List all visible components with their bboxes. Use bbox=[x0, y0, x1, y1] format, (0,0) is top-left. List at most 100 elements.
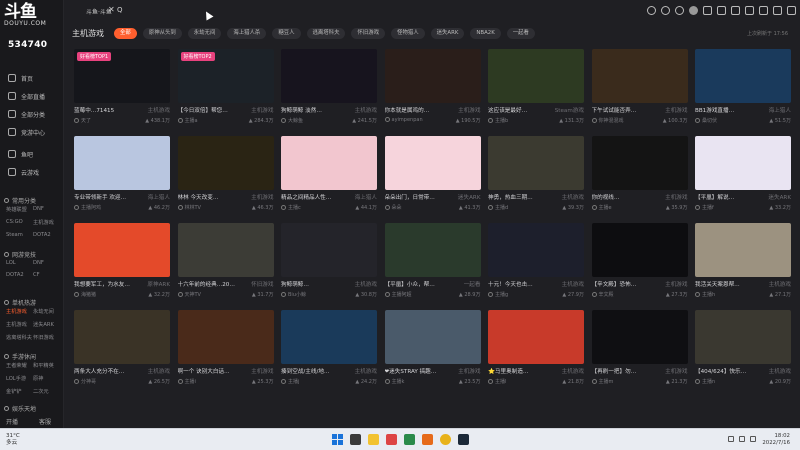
live-room-card[interactable]: 两条大人充分不在… 主机游戏 分神哥 ▲ 26.5万 bbox=[74, 310, 170, 392]
room-title[interactable]: 【平凰】小众，帮… 一起看 bbox=[385, 280, 481, 288]
room-category[interactable]: 迷失ARK bbox=[455, 193, 481, 201]
room-title[interactable]: 狗鲸萌鲸 淡然… 主机游戏 bbox=[281, 106, 377, 114]
category-link[interactable]: 原神 bbox=[33, 375, 60, 382]
room-thumbnail[interactable] bbox=[488, 136, 584, 190]
room-title[interactable]: 【404/624】快乐… 主机游戏 bbox=[695, 367, 791, 375]
room-thumbnail[interactable] bbox=[281, 49, 377, 103]
network-icon[interactable] bbox=[739, 436, 745, 442]
room-category[interactable]: 主机游戏 bbox=[456, 106, 481, 114]
room-thumbnail[interactable] bbox=[591, 49, 688, 103]
sidebar-item-yuba[interactable]: 鱼吧 bbox=[4, 146, 60, 162]
chevron-up-icon[interactable] bbox=[728, 436, 734, 442]
streamer-name[interactable]: 大鲸鱼 bbox=[288, 118, 303, 124]
live-room-card[interactable]: 林林 今天改变… 主机游戏 林林TV ▲ 46.3万 bbox=[177, 136, 274, 218]
room-thumbnail[interactable] bbox=[384, 136, 481, 190]
volume-icon[interactable] bbox=[750, 436, 756, 442]
live-room-card[interactable]: 你的视线… 主机游戏 主播e ▲ 35.9万 bbox=[591, 136, 688, 218]
sidebar-group-title[interactable]: 单机热游 bbox=[4, 298, 36, 307]
room-category[interactable]: 主机游戏 bbox=[145, 367, 170, 375]
category-pill[interactable]: 海上猎人杀 bbox=[227, 28, 267, 39]
close-tab-icon[interactable]: ✕ bbox=[108, 5, 115, 14]
message-icon[interactable] bbox=[675, 6, 684, 15]
sidebar-group-title[interactable]: 常用分类 bbox=[4, 196, 36, 205]
room-title[interactable]: 十元！今天也击… 主机游戏 bbox=[488, 280, 584, 288]
category-pill[interactable]: 永劫无间 bbox=[187, 28, 222, 39]
room-title[interactable]: 我想要军工，为水友… 原神ARK bbox=[74, 280, 170, 288]
room-category[interactable]: Steam游戏 bbox=[552, 106, 584, 114]
room-title[interactable]: 狗鲸萌鲸… 主机游戏 bbox=[281, 280, 377, 288]
room-thumbnail[interactable] bbox=[695, 310, 791, 364]
category-link[interactable]: CS:GO bbox=[6, 219, 33, 226]
room-category[interactable]: 主机游戏 bbox=[456, 367, 481, 375]
live-room-card[interactable]: 好看榜TOP2 【今日双倍】帮您… 主机游戏 主播a ▲ 284.3万 bbox=[177, 49, 274, 131]
live-room-card[interactable]: 精品之间精品人性… 海上猎人 主播c ▲ 44.1万 bbox=[281, 136, 377, 218]
sidebar-item-all-categories[interactable]: 全部分类 bbox=[4, 106, 60, 122]
room-title[interactable]: 神勇，热血三期… 主机游戏 bbox=[488, 193, 584, 201]
room-thumbnail[interactable] bbox=[177, 310, 274, 364]
room-category[interactable]: 主机游戏 bbox=[559, 193, 584, 201]
room-category[interactable]: 主机游戏 bbox=[766, 280, 791, 288]
room-category[interactable]: 主机游戏 bbox=[663, 106, 688, 114]
streamer-name[interactable]: 分神哥 bbox=[81, 379, 96, 385]
room-thumbnail[interactable] bbox=[591, 310, 688, 364]
live-room-card[interactable]: 专业带领新手 欢迎… 海上猎人 主播阿鸡 ▲ 46.2万 bbox=[74, 136, 170, 218]
room-title[interactable]: 【再刷一把】勿… 主机游戏 bbox=[592, 367, 688, 375]
sidebar-item-home[interactable]: 首页 bbox=[4, 70, 60, 86]
streamer-name[interactable]: 主播n bbox=[702, 379, 715, 385]
room-thumbnail[interactable]: 好看榜TOP1 bbox=[74, 49, 170, 103]
room-title[interactable]: BB1游戏直播… 海上猎人 bbox=[695, 106, 791, 114]
room-thumbnail[interactable] bbox=[384, 223, 481, 277]
douyu-logo[interactable]: 斗鱼 DOUYU.COM bbox=[4, 4, 50, 30]
category-pill[interactable]: 糖豆人 bbox=[272, 28, 301, 39]
room-title[interactable]: 我活关天案恩帮… 主机游戏 bbox=[695, 280, 791, 288]
room-category[interactable]: 主机游戏 bbox=[766, 367, 791, 375]
category-link[interactable]: 二次元 bbox=[33, 388, 60, 395]
room-thumbnail[interactable] bbox=[281, 223, 377, 277]
menu-icon[interactable] bbox=[745, 6, 754, 15]
streamer-name[interactable]: 主播m bbox=[599, 379, 614, 385]
streamer-name[interactable]: 主播d bbox=[495, 205, 508, 211]
room-title[interactable]: 十六年前的经典…20… 怀旧游戏 bbox=[178, 280, 274, 288]
clock[interactable]: 18:02 2022/7/16 bbox=[762, 433, 790, 447]
live-room-card[interactable]: 我活关天案恩帮… 主机游戏 主播h ▲ 27.1万 bbox=[695, 223, 791, 305]
live-room-card[interactable]: 十元！今天也击… 主机游戏 主播g ▲ 27.9万 bbox=[488, 223, 584, 305]
go-live-button[interactable]: 开播 bbox=[6, 417, 18, 426]
live-room-card[interactable]: 啊一个 诀别大白话… 主机游戏 主播i ▲ 25.3万 bbox=[177, 310, 274, 392]
room-title[interactable]: 蓝莓中…71415 主机游戏 bbox=[74, 106, 170, 114]
streamer-name[interactable]: ayimpenpan bbox=[392, 117, 423, 123]
history-icon[interactable] bbox=[647, 6, 656, 15]
weather-widget[interactable]: 31°C 多云 bbox=[6, 433, 20, 447]
maximize-icon[interactable] bbox=[773, 6, 782, 15]
category-link[interactable]: LOL bbox=[6, 260, 33, 266]
room-thumbnail[interactable]: 好看榜TOP2 bbox=[177, 49, 274, 103]
streamer-name[interactable]: 主播i bbox=[185, 379, 196, 385]
live-room-card[interactable]: 我想要军工，为水友… 原神ARK 海猪猪 ▲ 32.2万 bbox=[74, 223, 170, 305]
live-room-card[interactable]: 【平凰】小众，帮… 一起看 主播阿超 ▲ 28.9万 bbox=[384, 223, 481, 305]
room-category[interactable]: 主机游戏 bbox=[352, 367, 377, 375]
category-link[interactable]: DNF bbox=[33, 206, 60, 213]
room-thumbnail[interactable] bbox=[488, 49, 584, 103]
category-link[interactable]: DOTA2 bbox=[6, 272, 33, 278]
room-category[interactable]: 主机游戏 bbox=[663, 193, 688, 201]
category-link[interactable]: 怀旧游戏 bbox=[33, 334, 60, 341]
streamer-name[interactable]: 主播e bbox=[599, 205, 612, 211]
streamer-name[interactable]: 主播b bbox=[495, 118, 508, 124]
streamer-name[interactable]: 你神混混戏 bbox=[599, 118, 624, 124]
category-link[interactable]: 永劫无间 bbox=[33, 308, 60, 315]
streamer-name[interactable]: 主播c bbox=[288, 205, 301, 211]
streamer-name[interactable]: 天神TV bbox=[185, 292, 201, 298]
streamer-name[interactable]: 主播l bbox=[495, 379, 506, 385]
room-category[interactable]: 海上猎人 bbox=[145, 193, 170, 201]
sidebar-item-game-center[interactable]: 竞游中心 bbox=[4, 124, 60, 140]
room-thumbnail[interactable] bbox=[74, 310, 170, 364]
room-thumbnail[interactable] bbox=[281, 136, 377, 190]
sidebar-group-title[interactable]: 娱乐天地 bbox=[4, 404, 36, 413]
room-title[interactable]: 你本就是属鸡的… 主机游戏 bbox=[385, 106, 481, 114]
streamer-name[interactable]: 主播j bbox=[288, 379, 299, 385]
support-button[interactable]: 客服 bbox=[39, 417, 51, 426]
shirt-icon[interactable] bbox=[703, 6, 712, 15]
live-room-card[interactable]: 狗鲸萌鲸 淡然… 主机游戏 大鲸鱼 ▲ 241.5万 bbox=[281, 49, 377, 131]
live-room-card[interactable]: 狗鲸萌鲸… 主机游戏 Biu小鲸 ▲ 30.8万 bbox=[281, 223, 377, 305]
room-thumbnail[interactable] bbox=[384, 49, 481, 103]
live-room-card[interactable]: 【辛文殿】恐怖… 主机游戏 辛文殿 ▲ 27.3万 bbox=[591, 223, 688, 305]
